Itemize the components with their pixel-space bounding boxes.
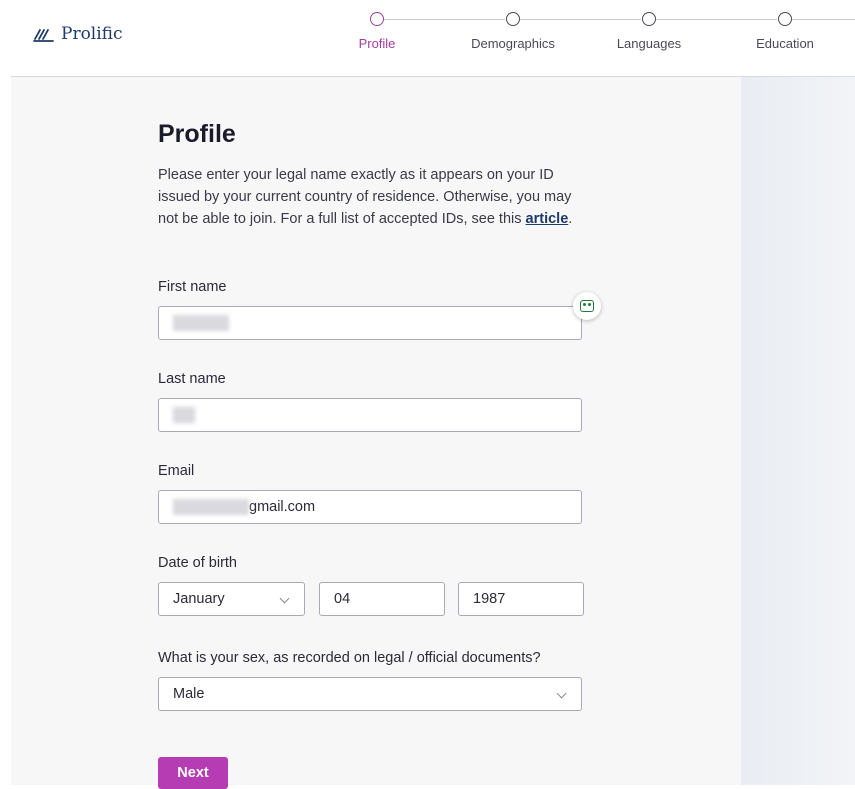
email-label: Email (158, 463, 195, 479)
top-header: Prolific Profile Demographics Languages … (0, 0, 855, 76)
redacted-value (173, 499, 249, 515)
email-visible-part: gmail.com (249, 499, 316, 515)
profile-intro: Profile Please enter your legal name exa… (158, 120, 588, 230)
sex-select[interactable]: Male (158, 677, 582, 711)
intro-end: . (568, 211, 573, 227)
first-name-label: First name (158, 279, 227, 295)
autofill-robot-icon[interactable] (573, 292, 601, 320)
redacted-value (173, 407, 195, 423)
brand-name: Prolific (61, 24, 123, 44)
prolific-logo-icon (33, 29, 54, 42)
last-name-label: Last name (158, 371, 226, 387)
step-circle-icon (778, 12, 792, 26)
left-gutter (0, 77, 11, 785)
dob-year-value: 1987 (473, 591, 506, 607)
chevron-down-icon (556, 688, 567, 699)
prolific-logo[interactable]: Prolific (33, 24, 123, 44)
dob-month-value: January (173, 591, 225, 607)
dob-label: Date of birth (158, 555, 237, 571)
chevron-down-icon (279, 593, 290, 604)
page-title: Profile (158, 120, 236, 148)
step-circle-icon (370, 12, 384, 26)
dob-day-input[interactable]: 04 (319, 582, 445, 616)
intro-paragraph: Please enter your legal name exactly as … (158, 164, 588, 230)
dob-month-select[interactable]: January (158, 582, 305, 616)
dob-day-value: 04 (334, 591, 351, 607)
intro-text: Please enter your legal name exactly as … (158, 167, 572, 227)
next-button[interactable]: Next (158, 757, 228, 789)
last-name-input[interactable] (158, 398, 582, 432)
step-label: Languages (616, 36, 682, 51)
step-label: Education (756, 36, 814, 51)
step-label: Demographics (471, 36, 555, 51)
step-profile[interactable]: Profile (322, 12, 432, 51)
robot-face-icon (580, 300, 594, 312)
step-education[interactable]: Education (730, 12, 840, 51)
step-label: Profile (358, 36, 396, 51)
step-circle-icon (506, 12, 520, 26)
right-side-panel (741, 77, 855, 785)
dob-year-input[interactable]: 1987 (458, 582, 584, 616)
sex-label: What is your sex, as recorded on legal /… (158, 650, 541, 666)
article-link[interactable]: article (526, 211, 569, 227)
step-circle-icon (642, 12, 656, 26)
sex-value: Male (173, 686, 205, 702)
redacted-value (173, 315, 229, 331)
email-input[interactable]: gmail.com (158, 490, 582, 524)
step-demographics[interactable]: Demographics (458, 12, 568, 51)
step-languages[interactable]: Languages (594, 12, 704, 51)
first-name-input[interactable] (158, 306, 582, 340)
